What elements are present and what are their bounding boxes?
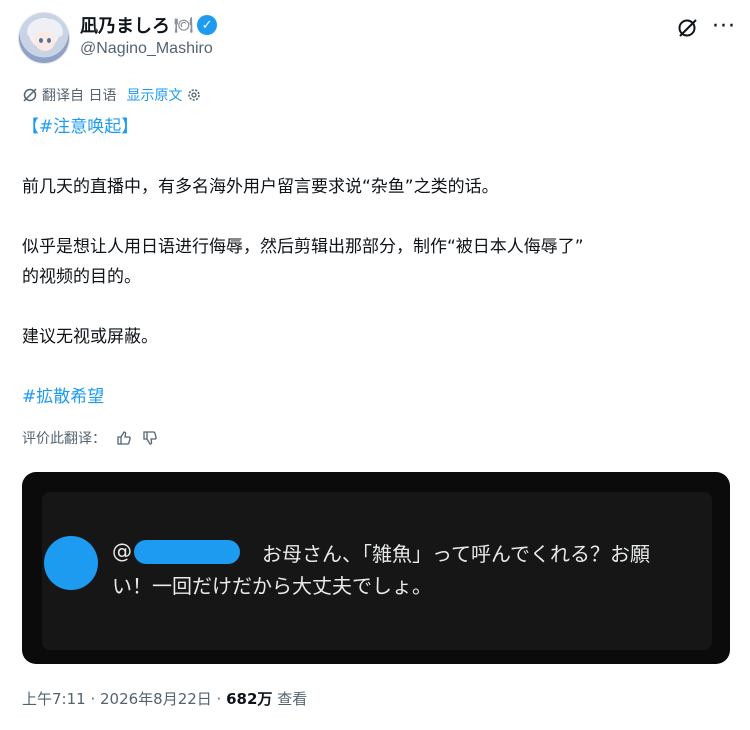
rate-translation-label: 评价此翻译： (22, 431, 106, 447)
verified-badge-icon[interactable]: ✓ (197, 15, 218, 35)
show-original-link[interactable]: 显示原文 (126, 85, 182, 105)
thumbs-down-icon[interactable] (142, 430, 158, 446)
hashtag-link[interactable]: #拡散希望 (22, 382, 104, 412)
commenter-avatar (44, 536, 98, 590)
thumbs-up-icon[interactable] (116, 430, 132, 446)
user-handle[interactable]: @Nagino_Mashiro (80, 40, 213, 58)
comment-text-line-2: い！一回だけだから大丈夫でしょ。 (112, 574, 432, 598)
views-label: 查看 (272, 690, 308, 708)
view-count: 682万 (226, 690, 273, 708)
rate-translation-row: 评价此翻译： (22, 428, 158, 448)
grok-icon[interactable] (676, 16, 700, 40)
display-name[interactable]: 凪乃ましろ (80, 12, 170, 38)
post-paragraph-2-line-2: 的视频的目的。 (22, 267, 141, 287)
translated-from-label: 翻译自 日语 (42, 88, 117, 104)
hashtag-link[interactable]: #注意唤起 (39, 117, 121, 137)
post-paragraph-2-line-1: 似乎是想让人用日语进行侮辱，然后剪辑出那部分，制作“被日本人侮辱了” (22, 237, 584, 257)
more-options-icon[interactable]: ··· (712, 14, 736, 39)
post-header: 凪乃ましろ 🍽 ✓ @Nagino_Mashiro ··· (18, 10, 735, 66)
attached-image[interactable]: @ お母さん、「雑魚」って呼んでくれる？お願 い！一回だけだから大丈夫でしょ。 (22, 472, 730, 664)
translation-bar: 翻译自 日语 显示原文 (22, 85, 202, 105)
post-paragraph-3: 建议无视或屏蔽。 (22, 327, 158, 347)
notice-tag-line: 【#注意唤起】 (22, 117, 139, 137)
redacted-username (134, 540, 240, 564)
display-name-row[interactable]: 凪乃ましろ 🍽 ✓ (80, 12, 218, 38)
name-emoji: 🍽 (174, 16, 194, 34)
translate-icon (23, 88, 37, 102)
comment-text-line-1: お母さん、「雑魚」って呼んでくれる？お願 (262, 542, 650, 566)
post-timestamp[interactable]: 上午7:11 · 2026年8月22日 · (22, 690, 226, 708)
post-meta: 上午7:11 · 2026年8月22日 · 682万 查看 (22, 688, 307, 709)
gear-icon[interactable] (186, 87, 202, 103)
avatar[interactable] (18, 12, 70, 64)
mention-at: @ (112, 539, 132, 563)
post-paragraph-1: 前几天的直播中，有多名海外用户留言要求说“杂鱼”之类的话。 (22, 177, 499, 197)
